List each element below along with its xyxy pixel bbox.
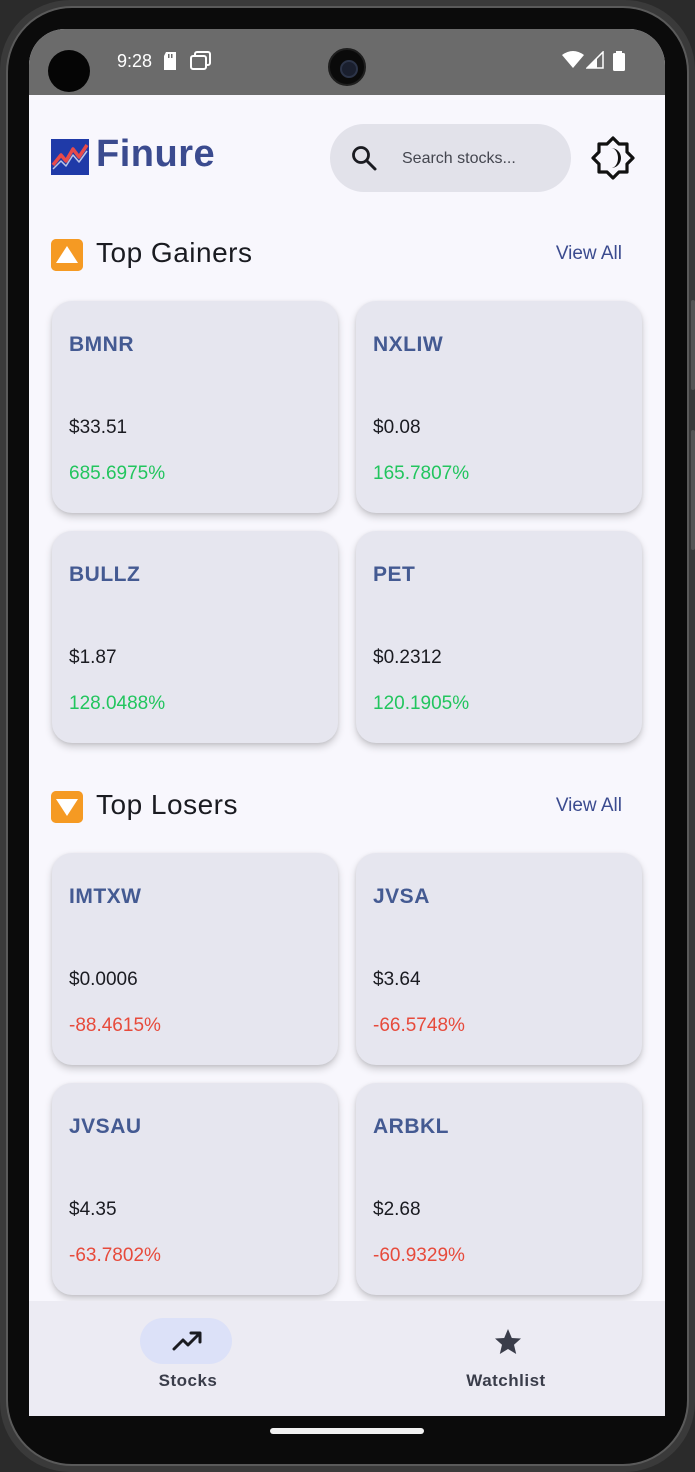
stock-change: 165.7807%: [373, 463, 470, 484]
power-button: [691, 430, 695, 550]
stock-price: $1.87: [69, 647, 117, 668]
stock-symbol: JVSA: [373, 885, 430, 908]
stock-card-loser[interactable]: JVSAU $4.35 -63.7802%: [52, 1083, 338, 1295]
screen: 9:28 Finure Search stocks... Top Gainers…: [29, 29, 665, 1416]
stock-symbol: PET: [373, 563, 416, 586]
nav-label-watchlist: Watchlist: [466, 1371, 546, 1390]
stock-card-gainer[interactable]: BULLZ $1.87 128.0488%: [52, 531, 338, 743]
volume-button: [691, 300, 695, 390]
section-title: Top Gainers: [96, 237, 253, 268]
up-triangle-icon: [51, 239, 83, 271]
home-indicator[interactable]: [270, 1428, 424, 1434]
view-all-losers-button[interactable]: View All: [556, 795, 622, 817]
search-bar[interactable]: [330, 124, 571, 192]
app-logo-icon: [51, 139, 89, 175]
stock-symbol: JVSAU: [69, 1115, 142, 1138]
stock-price: $4.35: [69, 1199, 117, 1220]
stock-symbol: NXLIW: [373, 333, 444, 356]
sd-card-icon: [164, 52, 176, 70]
stock-card-loser[interactable]: ARBKL $2.68 -60.9329%: [356, 1083, 642, 1295]
battery-icon: [613, 51, 625, 71]
trending-up-icon: [172, 1331, 202, 1351]
stock-price: $0.08: [373, 417, 421, 438]
stock-change: -66.5748%: [373, 1015, 465, 1036]
stock-symbol: BULLZ: [69, 563, 141, 586]
status-bar: 9:28: [29, 29, 665, 95]
stock-price: $0.2312: [373, 647, 442, 668]
stock-change: -63.7802%: [69, 1245, 161, 1266]
down-triangle-icon: [51, 791, 83, 823]
app-title: Finure: [96, 133, 216, 175]
view-all-gainers-button[interactable]: View All: [556, 243, 622, 265]
stock-symbol: IMTXW: [69, 885, 142, 908]
nav-item-watchlist[interactable]: Watchlist: [347, 1301, 665, 1416]
nav-item-stocks[interactable]: Stocks: [29, 1301, 347, 1416]
stock-change: -60.9329%: [373, 1245, 465, 1266]
search-input[interactable]: [402, 146, 562, 172]
front-camera: [328, 48, 366, 86]
stock-price: $0.0006: [69, 969, 138, 990]
search-icon: [352, 146, 377, 171]
stock-symbol: BMNR: [69, 333, 134, 356]
stock-change: -88.4615%: [69, 1015, 161, 1036]
stock-change: 128.0488%: [69, 693, 166, 714]
stock-price: $3.64: [373, 969, 421, 990]
screenshot-icon: [190, 51, 211, 70]
top-losers-header: Top Losers View All: [51, 789, 631, 825]
section-title: Top Losers: [96, 789, 238, 820]
nav-label-stocks: Stocks: [158, 1371, 218, 1390]
stock-price: $2.68: [373, 1199, 421, 1220]
stock-card-gainer[interactable]: NXLIW $0.08 165.7807%: [356, 301, 642, 513]
star-icon: [495, 1329, 521, 1354]
bottom-navigation: Stocks Watchlist: [29, 1301, 665, 1416]
brightness-icon[interactable]: [591, 136, 635, 180]
stock-card-loser[interactable]: IMTXW $0.0006 -88.4615%: [52, 853, 338, 1065]
stock-change: 685.6975%: [69, 463, 166, 484]
wifi-icon: [562, 51, 584, 68]
signal-icon: [586, 51, 604, 69]
camera-hole: [48, 50, 90, 92]
stock-price: $33.51: [69, 417, 128, 438]
stock-card-loser[interactable]: JVSA $3.64 -66.5748%: [356, 853, 642, 1065]
stock-change: 120.1905%: [373, 693, 470, 714]
stock-card-gainer[interactable]: BMNR $33.51 685.6975%: [52, 301, 338, 513]
top-gainers-header: Top Gainers View All: [51, 237, 631, 273]
stock-card-gainer[interactable]: PET $0.2312 120.1905%: [356, 531, 642, 743]
stock-symbol: ARBKL: [373, 1115, 449, 1138]
status-time: 9:28: [117, 51, 153, 71]
